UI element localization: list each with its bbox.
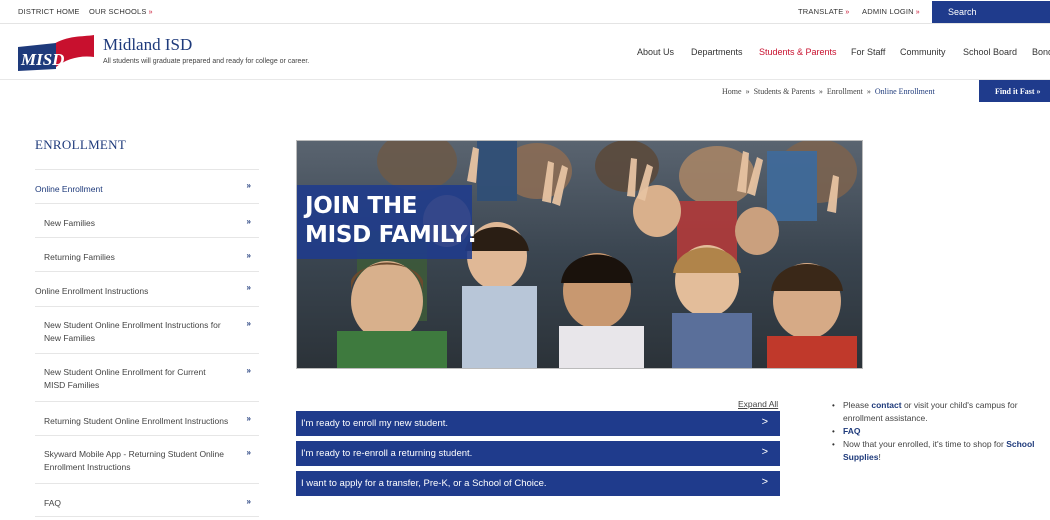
chevron-icon: » bbox=[246, 448, 251, 457]
admin-login-link[interactable]: ADMIN LOGIN» bbox=[862, 7, 920, 16]
sidebar-item-label: New Student Online Enrollment Instructio… bbox=[44, 320, 221, 343]
chevron-right-icon: > bbox=[761, 446, 768, 458]
chevron-icon: » bbox=[246, 319, 251, 328]
nav-school-board[interactable]: School Board bbox=[963, 47, 1017, 61]
nav-community[interactable]: Community bbox=[900, 47, 946, 61]
sidebar-item-label: New Families bbox=[44, 218, 96, 228]
expand-all-link[interactable]: Expand All bbox=[738, 399, 778, 409]
site-tagline: All students will graduate prepared and … bbox=[103, 58, 310, 65]
chevron-right-icon: > bbox=[761, 416, 768, 428]
sidebar-item-returning-student-instructions[interactable]: Returning Student Online Enrollment Inst… bbox=[35, 401, 259, 435]
chevron-right-icon: > bbox=[761, 476, 768, 488]
district-home-link[interactable]: DISTRICT HOME bbox=[18, 7, 80, 16]
chevron-icon: » bbox=[246, 283, 251, 292]
sidebar-item-label: Returning Families bbox=[44, 252, 115, 262]
nav-students-parents[interactable]: Students & Parents bbox=[759, 47, 837, 61]
sidebar-item-online-enrollment[interactable]: Online Enrollment » bbox=[35, 169, 259, 203]
hero-headline: JOIN THE MISD FAMILY! bbox=[305, 192, 477, 250]
bullet-icon: • bbox=[832, 440, 835, 449]
accordion-label: I'm ready to enroll my new student. bbox=[301, 418, 449, 429]
nav-departments[interactable]: Departments bbox=[691, 47, 743, 61]
bullet-icon: • bbox=[832, 401, 835, 410]
misd-logo[interactable]: MISD bbox=[16, 33, 96, 73]
chevron-icon: » bbox=[246, 414, 251, 423]
sidebar-item-faq[interactable]: FAQ » bbox=[35, 483, 259, 517]
sidebar-nav: Online Enrollment » New Families » Retur… bbox=[35, 169, 259, 517]
sidebar-title: ENROLLMENT bbox=[35, 137, 127, 152]
breadcrumb-home[interactable]: Home bbox=[722, 87, 742, 96]
site-header: MISD Midland ISD All students will gradu… bbox=[0, 25, 1050, 80]
our-schools-arrow-icon: » bbox=[148, 9, 153, 16]
sidebar-item-new-student-instructions[interactable]: New Student Online Enrollment Instructio… bbox=[35, 306, 259, 353]
hero-line-2: MISD FAMILY! bbox=[305, 222, 478, 248]
accordion-apply-transfer[interactable]: I want to apply for a transfer, Pre-K, o… bbox=[296, 471, 780, 496]
note-faq: • FAQ bbox=[831, 425, 1036, 438]
contact-link[interactable]: contact bbox=[871, 400, 901, 410]
logo-text: MISD bbox=[20, 50, 64, 69]
breadcrumb-enrollment[interactable]: Enrollment bbox=[827, 87, 863, 96]
sidebar-item-label: Returning Student Online Enrollment Inst… bbox=[44, 416, 229, 426]
sidebar-item-skyward-mobile-app[interactable]: Skyward Mobile App - Returning Student O… bbox=[35, 435, 259, 483]
accordion-enroll-new-student[interactable]: I'm ready to enroll my new student. > bbox=[296, 411, 780, 436]
breadcrumb-current: Online Enrollment bbox=[874, 87, 935, 96]
accordion-label: I'm ready to re-enroll a returning stude… bbox=[301, 448, 473, 459]
admin-login-arrow-icon: » bbox=[915, 9, 920, 16]
note-text: ! bbox=[878, 452, 881, 462]
breadcrumb-separator: » bbox=[818, 87, 823, 96]
nav-about-us[interactable]: About Us bbox=[637, 47, 674, 61]
breadcrumb-students-parents[interactable]: Students & Parents bbox=[754, 87, 815, 96]
sidebar-item-returning-families[interactable]: Returning Families » bbox=[35, 237, 259, 271]
sidebar-item-label: New Student Online Enrollment for Curren… bbox=[44, 367, 206, 390]
chevron-icon: » bbox=[246, 181, 251, 190]
nav-for-staff[interactable]: For Staff bbox=[851, 47, 885, 61]
sidebar-item-online-enrollment-instructions[interactable]: Online Enrollment Instructions » bbox=[35, 271, 259, 306]
breadcrumb-separator: » bbox=[866, 87, 871, 96]
chevron-icon: » bbox=[246, 251, 251, 260]
enrollment-notes: • Please contact or visit your child's c… bbox=[831, 399, 1036, 464]
translate-arrow-icon: » bbox=[845, 9, 850, 16]
our-schools-link[interactable]: OUR SCHOOLS» bbox=[89, 7, 153, 16]
accordion-label: I want to apply for a transfer, Pre-K, o… bbox=[301, 478, 547, 489]
breadcrumb: Home» Students & Parents» Enrollment» Onlin… bbox=[722, 87, 935, 96]
note-text: Now that your enrolled, it's time to sho… bbox=[843, 439, 1007, 449]
search-button[interactable]: Search bbox=[932, 1, 1050, 23]
translate-link[interactable]: TRANSLATE» bbox=[798, 7, 850, 16]
nav-bonds[interactable]: Bonds bbox=[1032, 47, 1050, 61]
sidebar-item-label: Skyward Mobile App - Returning Student O… bbox=[44, 449, 225, 472]
chevron-icon: » bbox=[246, 497, 251, 506]
sidebar-item-label: Online Enrollment Instructions bbox=[35, 286, 149, 296]
breadcrumb-separator: » bbox=[745, 87, 750, 96]
faq-link[interactable]: FAQ bbox=[843, 426, 860, 436]
sidebar-item-label: Online Enrollment bbox=[35, 184, 103, 194]
bullet-icon: • bbox=[832, 427, 835, 436]
note-contact: • Please contact or visit your child's c… bbox=[831, 399, 1036, 425]
translate-label: TRANSLATE bbox=[798, 7, 844, 16]
chevron-icon: » bbox=[246, 217, 251, 226]
chevron-icon: » bbox=[246, 366, 251, 375]
our-schools-label: OUR SCHOOLS bbox=[89, 7, 147, 16]
site-title[interactable]: Midland ISD bbox=[103, 35, 192, 55]
hero-line-1: JOIN THE bbox=[305, 193, 418, 219]
sidebar-item-current-misd-families[interactable]: New Student Online Enrollment for Curren… bbox=[35, 353, 259, 401]
find-it-fast-button[interactable]: Find it Fast » bbox=[979, 80, 1050, 102]
sidebar-item-new-families[interactable]: New Families » bbox=[35, 203, 259, 237]
sidebar-item-label: FAQ bbox=[44, 498, 62, 508]
note-text: Please bbox=[843, 400, 872, 410]
accordion-re-enroll-returning[interactable]: I'm ready to re-enroll a returning stude… bbox=[296, 441, 780, 466]
note-school-supplies: • Now that your enrolled, it's time to s… bbox=[831, 438, 1036, 464]
admin-login-label: ADMIN LOGIN bbox=[862, 7, 914, 16]
utility-bar: DISTRICT HOME OUR SCHOOLS» TRANSLATE» AD… bbox=[0, 0, 1050, 24]
